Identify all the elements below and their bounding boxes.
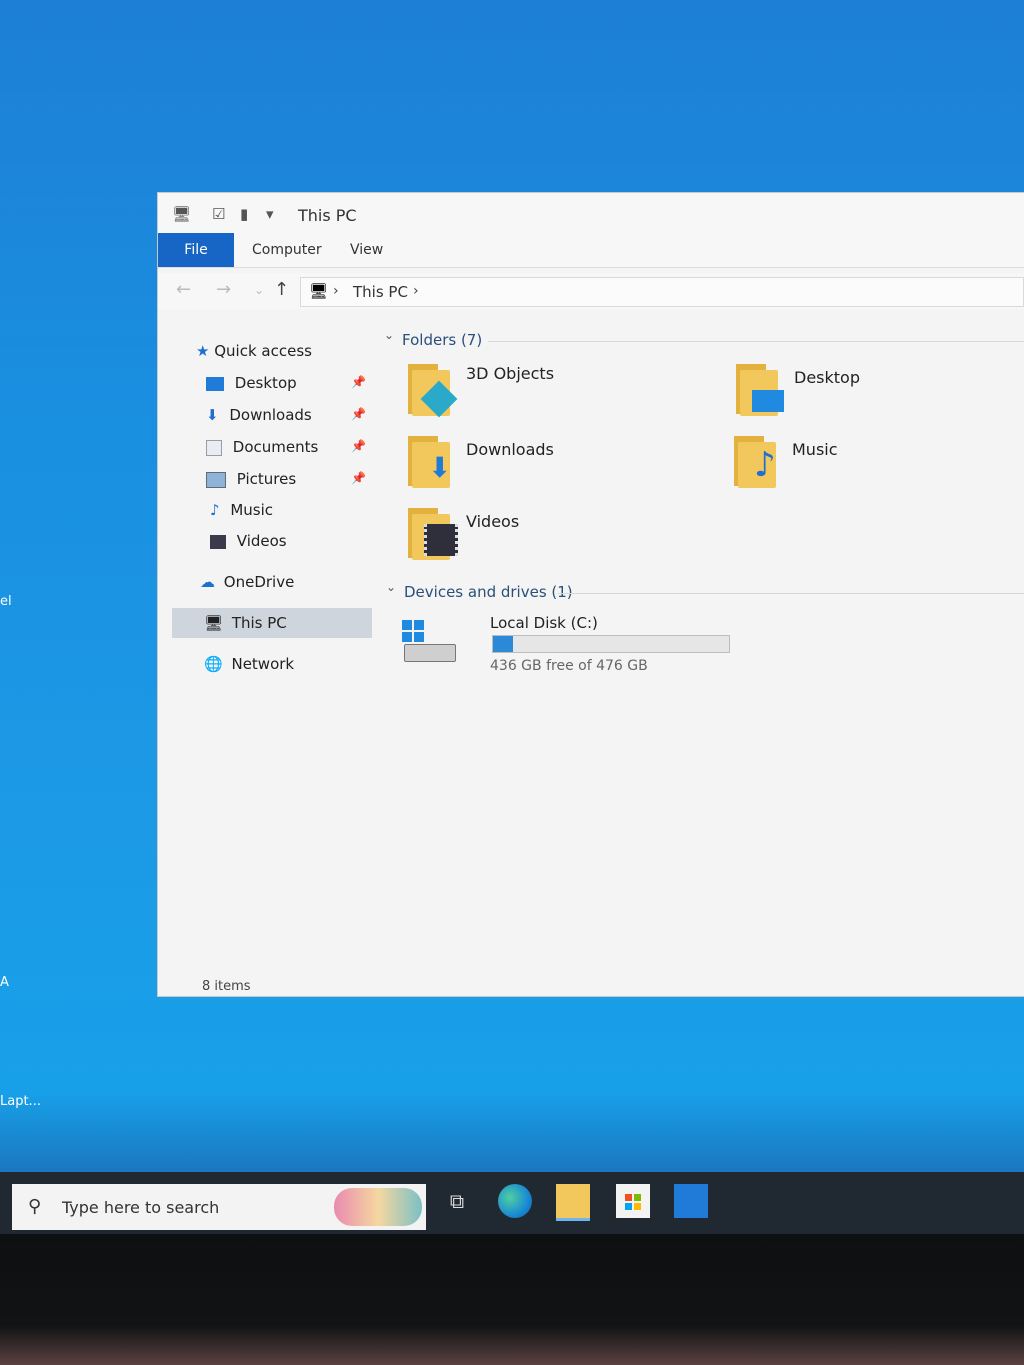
- sidebar-item-label: Network: [231, 655, 295, 673]
- pin-icon: 📌: [351, 375, 366, 389]
- sidebar-item-videos[interactable]: Videos: [210, 526, 287, 556]
- tab-computer[interactable]: Computer: [252, 233, 322, 267]
- drive-local-disk-c[interactable]: Local Disk (C:) 436 GB free of 476 GB: [402, 610, 742, 680]
- sidebar-item-music[interactable]: ♪ Music: [210, 495, 273, 525]
- folders-group-header[interactable]: Folders (7): [402, 331, 482, 349]
- pin-icon: 📌: [351, 471, 366, 485]
- windows-drive-icon: [402, 620, 456, 664]
- drive-free-space: 436 GB free of 476 GB: [490, 658, 648, 674]
- search-placeholder: Type here to search: [62, 1198, 220, 1217]
- sidebar-item-onedrive[interactable]: ☁ OneDrive: [200, 567, 294, 597]
- pin-icon: 📌: [351, 439, 366, 453]
- taskbar-search-box[interactable]: ⚲ Type here to search: [12, 1184, 426, 1230]
- desktop-icon: [206, 376, 224, 391]
- window-title: This PC: [298, 206, 357, 225]
- sidebar-item-downloads[interactable]: ⬇ Downloads: [206, 400, 312, 430]
- chevron-right-icon[interactable]: ›: [413, 283, 419, 299]
- search-icon: ⚲: [28, 1196, 42, 1217]
- desktop-label-partial-3: Lapt...: [0, 1094, 41, 1109]
- taskbar: ⚲ Type here to search ⧉: [0, 1172, 1024, 1234]
- chevron-down-icon[interactable]: ⌄: [386, 580, 396, 594]
- sidebar-item-desktop[interactable]: Desktop: [206, 368, 297, 398]
- pictures-icon: [206, 471, 226, 488]
- documents-icon: [206, 439, 222, 456]
- titlebar: 🖥 ☑ ▮ ▾ This PC: [158, 193, 1024, 233]
- folder-label: Music: [792, 440, 838, 459]
- sidebar-item-label: Music: [230, 501, 274, 519]
- forward-icon[interactable]: →: [216, 279, 231, 300]
- folder-label: 3D Objects: [466, 364, 555, 383]
- folder-label: Videos: [466, 512, 520, 531]
- status-item-count: 8 items: [202, 979, 251, 994]
- edge-browser-icon[interactable]: [498, 1184, 532, 1218]
- folder-3d-objects[interactable]: 3D Objects: [408, 362, 728, 432]
- sidebar-item-documents[interactable]: Documents: [206, 432, 318, 462]
- sidebar-item-label: Pictures: [236, 470, 297, 488]
- desktop-label-partial-2: A: [0, 975, 9, 990]
- folder-label: Downloads: [466, 440, 554, 459]
- file-explorer-window: 🖥 ☑ ▮ ▾ This PC File Computer View ← → ⌄…: [158, 193, 1024, 996]
- this-pc-icon: 🖥: [204, 614, 224, 632]
- sidebar-item-this-pc[interactable]: 🖥 This PC: [172, 608, 372, 638]
- back-icon[interactable]: ←: [176, 279, 191, 300]
- videos-icon: [210, 534, 226, 549]
- drive-label: Local Disk (C:): [490, 614, 598, 632]
- videos-folder-icon: [408, 506, 458, 562]
- desktop-label-partial-1: el: [0, 594, 12, 609]
- search-highlight-image: [334, 1188, 422, 1226]
- folder-videos[interactable]: Videos: [408, 506, 728, 576]
- recent-locations-icon[interactable]: ⌄: [254, 283, 264, 297]
- chevron-down-icon[interactable]: ⌄: [384, 328, 394, 342]
- star-icon: ★: [196, 342, 210, 360]
- up-icon[interactable]: ↑: [274, 279, 289, 300]
- drive-usage-bar: [492, 635, 730, 653]
- chevron-right-icon[interactable]: ›: [333, 283, 339, 299]
- folder-downloads[interactable]: ⬇ Downloads: [408, 434, 728, 504]
- desktop-folder-icon: [736, 362, 784, 418]
- tab-view[interactable]: View: [350, 233, 383, 267]
- 3d-objects-folder-icon: [408, 362, 458, 418]
- address-bar-row: ← → ⌄ ↑ 🖥 › This PC ›: [158, 273, 1024, 309]
- sidebar-item-label: Documents: [232, 438, 319, 456]
- properties-icon[interactable]: ☑: [212, 205, 225, 223]
- network-icon: 🌐: [204, 655, 223, 673]
- customize-toolbar-icon[interactable]: ▾: [266, 205, 274, 223]
- laptop-bezel: [0, 1234, 1024, 1365]
- downloads-folder-icon: ⬇: [408, 434, 456, 490]
- task-view-icon[interactable]: ⧉: [440, 1184, 474, 1218]
- microsoft-store-icon[interactable]: [616, 1184, 650, 1218]
- sidebar-item-network[interactable]: 🌐 Network: [204, 649, 294, 679]
- sidebar-item-label: Downloads: [229, 406, 312, 424]
- breadcrumb-this-pc[interactable]: This PC: [353, 283, 408, 301]
- music-note-icon: ♪: [210, 501, 220, 519]
- sidebar-item-label: OneDrive: [223, 573, 295, 591]
- sidebar-item-label: This PC: [231, 614, 287, 632]
- content-pane: ⌄ Folders (7) 3D Objects Desktop ⬇ Downl…: [380, 318, 1024, 996]
- folder-music[interactable]: ♪ Music: [734, 434, 1024, 504]
- music-folder-icon: ♪: [734, 434, 782, 490]
- cloud-icon: ☁: [200, 573, 215, 591]
- ribbon: File Computer View: [158, 233, 1024, 268]
- this-pc-icon: 🖥: [309, 282, 329, 300]
- new-folder-icon[interactable]: ▮: [240, 205, 248, 223]
- tab-file[interactable]: File: [158, 233, 234, 267]
- sidebar-item-quick-access[interactable]: ★ Quick access: [196, 336, 312, 366]
- file-explorer-taskbar-icon[interactable]: [556, 1184, 590, 1221]
- sidebar-item-pictures[interactable]: Pictures: [206, 464, 296, 494]
- divider: [558, 593, 1024, 594]
- download-arrow-icon: ⬇: [206, 406, 219, 424]
- pin-icon: 📌: [351, 407, 366, 421]
- folder-label: Desktop: [794, 368, 860, 387]
- sidebar-item-label: Desktop: [234, 374, 297, 392]
- divider: [488, 341, 1024, 342]
- computer-icon: 🖥: [172, 205, 192, 223]
- folder-desktop[interactable]: Desktop: [736, 362, 1024, 432]
- address-bar[interactable]: 🖥 › This PC ›: [300, 277, 1024, 307]
- sidebar-item-label: Quick access: [214, 342, 312, 360]
- drive-usage-fill: [493, 636, 513, 652]
- navigation-pane: ★ Quick access Desktop 📌 ⬇ Downloads 📌 D…: [158, 318, 373, 996]
- devices-group-header[interactable]: Devices and drives (1): [404, 583, 573, 601]
- mail-icon[interactable]: [674, 1184, 708, 1218]
- sidebar-item-label: Videos: [236, 532, 287, 550]
